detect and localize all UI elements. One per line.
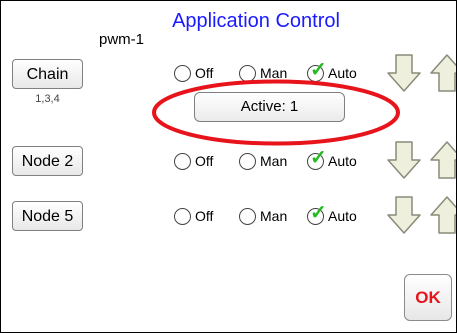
chain-nodes-label: 1,3,4: [35, 93, 60, 105]
up-arrow-icon[interactable]: [429, 53, 457, 93]
page-title: Application Control: [172, 10, 340, 32]
up-arrow-icon[interactable]: [429, 195, 457, 235]
off-label: Off: [195, 153, 214, 169]
annotation-ellipse: [152, 79, 400, 146]
node-2-off-radio[interactable]: Off: [174, 150, 213, 172]
node-5-man-radio[interactable]: Man: [239, 205, 287, 227]
node-2-button[interactable]: Node 2: [12, 146, 83, 176]
radio-circle-icon: [239, 207, 256, 225]
chain-button[interactable]: Chain: [12, 59, 83, 89]
node-5-button[interactable]: Node 5: [12, 201, 83, 231]
man-label: Man: [260, 208, 288, 224]
node-5-auto-radio[interactable]: ✓ Auto: [307, 203, 357, 227]
checkmark-icon: ✓: [310, 58, 327, 81]
down-arrow-icon[interactable]: [386, 140, 422, 180]
up-arrow-icon[interactable]: [429, 140, 457, 180]
radio-circle-icon: [174, 152, 191, 170]
radio-circle-icon: [174, 207, 191, 225]
pwm-label: pwm-1: [99, 31, 145, 48]
checkmark-icon: ✓: [310, 146, 327, 169]
down-arrow-icon[interactable]: [386, 195, 422, 235]
auto-label: Auto: [328, 153, 357, 169]
radio-circle-icon: [239, 152, 256, 170]
radio-selected-icon: ✓: [307, 148, 327, 170]
auto-label: Auto: [328, 208, 357, 224]
node-2-man-radio[interactable]: Man: [239, 150, 287, 172]
node-5-off-radio[interactable]: Off: [174, 205, 213, 227]
radio-selected-icon: ✓: [307, 203, 327, 225]
checkmark-icon: ✓: [310, 201, 327, 224]
man-label: Man: [260, 153, 288, 169]
application-control-window: Application Control pwm-1 Chain 1,3,4 Of…: [0, 0, 457, 333]
ok-button[interactable]: OK: [404, 274, 452, 321]
node-2-auto-radio[interactable]: ✓ Auto: [307, 148, 357, 172]
off-label: Off: [195, 208, 214, 224]
